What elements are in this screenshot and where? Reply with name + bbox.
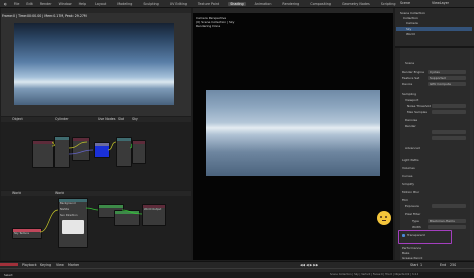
properties-tab-bar[interactable] (395, 48, 400, 260)
curves-panel[interactable]: Curves (402, 174, 412, 178)
playback-menu[interactable]: Playback (22, 263, 37, 267)
bake-panel[interactable]: Bake (402, 251, 409, 255)
device-value: GPU Compute (430, 82, 451, 86)
blender-logo-icon[interactable]: ◐ (4, 2, 7, 6)
properties-scrollbar[interactable] (470, 50, 473, 250)
light-paths-panel[interactable]: Light Paths (402, 158, 419, 162)
play-controls[interactable]: ◀◀ ◀ ▶ ▶▶ (300, 263, 318, 267)
slot-selector[interactable]: Slot (118, 117, 124, 121)
world-name[interactable]: World (55, 191, 64, 195)
feature-set-label: Feature Set (402, 76, 420, 80)
film-panel[interactable]: Film (402, 198, 408, 202)
object-label[interactable]: Object (12, 117, 23, 121)
max-samples-field[interactable] (432, 110, 466, 114)
render-engine-value: Cycles (430, 70, 440, 74)
viewport-header[interactable] (193, 8, 393, 13)
outliner-item-collection[interactable]: Collection (403, 16, 418, 20)
filter-width-label: Width (412, 225, 421, 229)
motion-blur-panel[interactable]: Motion Blur (402, 190, 419, 194)
noise-threshold-field[interactable] (432, 104, 466, 108)
tab-layout[interactable]: Layout (93, 2, 108, 6)
tab-compositing[interactable]: Compositing (308, 2, 333, 6)
timeline-ruler[interactable] (0, 268, 474, 269)
tab-modeling[interactable]: Modeling (115, 2, 134, 6)
material-name[interactable]: Sky (132, 117, 138, 121)
render-info-text: Frame:0 | Time:00:00.00 | Mem:0.17M, Pea… (2, 14, 87, 18)
performance-panel[interactable]: Performance (402, 246, 421, 250)
filter-type-label: Type (412, 219, 419, 223)
start-frame-field[interactable]: 1 (420, 263, 422, 267)
menu-window[interactable]: Window (59, 2, 72, 6)
outliner-item-world[interactable]: World (406, 32, 415, 36)
transparent-label: Transparent (407, 233, 425, 237)
scene-selector[interactable]: Scene (400, 1, 410, 5)
menu-help[interactable]: Help (79, 2, 87, 6)
start-label: Start (410, 263, 419, 267)
render-subpanel[interactable]: Render (405, 124, 416, 128)
transparent-checkbox[interactable] (402, 234, 405, 237)
render-noise-threshold-field[interactable] (432, 130, 466, 134)
tab-animation[interactable]: Animation (253, 2, 274, 6)
end-frame-field[interactable]: 250 (450, 263, 456, 267)
simplify-panel[interactable]: Simplify (402, 182, 414, 186)
grease-pencil-panel[interactable]: Grease Pencil (402, 256, 422, 260)
pixel-filter-subpanel[interactable]: Pixel Filter (405, 212, 420, 216)
status-right: Scene Collection | Sky | Verts:0 | Faces… (330, 273, 419, 276)
current-frame-marker[interactable] (0, 263, 18, 266)
smirk-emoji-icon (377, 211, 391, 225)
outliner-item-scene-collection[interactable]: Scene Collection (400, 11, 425, 15)
max-samples-label: Max Samples (407, 110, 427, 114)
tab-texture-paint[interactable]: Texture Paint (196, 2, 221, 6)
view-layer-selector[interactable]: ViewLayer (432, 1, 449, 5)
noise-threshold-label: Noise Threshold (407, 104, 432, 108)
world-label[interactable]: World (12, 191, 21, 195)
render-engine-label: Render Engine (402, 70, 424, 74)
menu-render[interactable]: Render (40, 2, 52, 6)
exposure-field[interactable] (432, 204, 466, 208)
tab-geometry-nodes[interactable]: Geometry Nodes (340, 2, 372, 6)
properties-section-title: Scene (405, 61, 415, 65)
outliner-item-camera[interactable]: Camera (406, 21, 418, 25)
sampling-panel[interactable]: Sampling (402, 92, 416, 96)
object-name[interactable]: Cylinder (55, 117, 69, 121)
exposure-label: Exposure (405, 204, 419, 208)
filter-width-field[interactable] (428, 225, 466, 229)
rendering-status: Rendering Done (196, 24, 221, 28)
use-nodes-toggle[interactable]: Use Nodes (98, 117, 116, 121)
camera-render-view (206, 90, 380, 176)
filter-type-value: Blackman-Harris (430, 219, 455, 223)
tab-scripting[interactable]: Scripting (379, 2, 398, 6)
device-label: Device (402, 82, 413, 86)
tab-sculpting[interactable]: Sculpting (141, 2, 160, 6)
menu-edit[interactable]: Edit (26, 2, 32, 6)
viewport-overlay-text: Camera Perspective (0) Scene Collection … (196, 16, 234, 28)
tab-rendering[interactable]: Rendering (280, 2, 301, 6)
marker-menu[interactable]: Marker (68, 263, 79, 267)
advanced-subpanel[interactable]: Advanced (405, 146, 420, 150)
tab-shading[interactable]: Shading (228, 1, 246, 6)
denoise-subpanel[interactable]: Denoise (405, 118, 417, 122)
end-label: End (440, 263, 447, 267)
status-left: Select (4, 273, 13, 277)
view-menu[interactable]: View (56, 263, 64, 267)
feature-set-value: Supported (430, 76, 446, 80)
sky-render-preview (14, 23, 174, 105)
viewport-subpanel[interactable]: Viewport (405, 98, 418, 102)
keying-menu[interactable]: Keying (40, 263, 51, 267)
node-links (51, 141, 133, 155)
world-node-links (39, 207, 143, 233)
volumes-panel[interactable]: Volumes (402, 166, 415, 170)
render-max-samples-field[interactable] (432, 136, 466, 140)
outliner-item-sky[interactable]: Sky (406, 27, 411, 31)
tab-uv-editing[interactable]: UV Editing (168, 2, 189, 6)
menu-file[interactable]: File (14, 2, 20, 6)
